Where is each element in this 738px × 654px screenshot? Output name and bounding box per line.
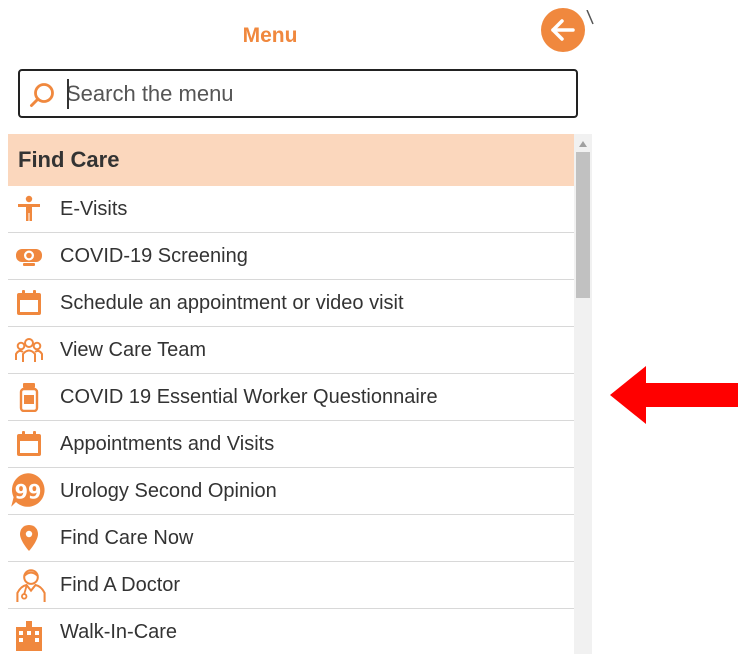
calendar-icon: [17, 431, 41, 456]
menu-item-label: Schedule an appointment or video visit: [60, 292, 404, 314]
section-header-find-care: Find Care: [8, 134, 574, 186]
menu-item-appointments-visits[interactable]: Appointments and Visits: [8, 421, 574, 468]
window-edge-decoration: [586, 10, 594, 25]
menu-item-find-a-doctor[interactable]: Find A Doctor: [8, 562, 574, 609]
menu-title: Menu: [242, 24, 298, 47]
menu-item-label: Find Care Now: [60, 527, 194, 549]
medicine-bottle-icon: [19, 383, 39, 412]
menu-item-label: Urology Second Opinion: [60, 480, 277, 502]
menu-item-find-care-now[interactable]: Find Care Now: [8, 515, 574, 562]
back-button[interactable]: [541, 8, 585, 52]
annotation-arrow-icon: [610, 366, 738, 424]
calendar-icon: [17, 290, 41, 315]
search-input[interactable]: [66, 77, 566, 111]
menu-item-covid-questionnaire[interactable]: COVID 19 Essential Worker Questionnaire: [8, 374, 574, 421]
menu-item-e-visits[interactable]: E-Visits: [8, 186, 574, 233]
doctor-icon: [16, 569, 46, 602]
menu-item-label: Walk-In-Care: [60, 621, 178, 643]
menu-item-schedule-appointment[interactable]: Schedule an appointment or video visit: [8, 280, 574, 327]
arrow-left-icon: [551, 19, 575, 41]
svg-text:99: 99: [15, 480, 42, 503]
menu-item-walk-in-care[interactable]: Walk-In-Care: [8, 609, 574, 654]
map-pin-icon: [20, 525, 38, 551]
text-caret: [67, 79, 69, 109]
menu-list: Find Care E-Visits COVID-19 Screening Sc…: [8, 134, 574, 654]
person-icon: [18, 195, 40, 221]
menu-item-label: Appointments and Visits: [60, 433, 275, 455]
quote-bubble-icon: 99: [11, 473, 45, 507]
menu-item-label: COVID-19 Screening: [60, 245, 248, 267]
menu-item-label: E-Visits: [60, 198, 128, 220]
scrollbar-thumb[interactable]: [576, 152, 590, 298]
menu-item-urology-second-opinion[interactable]: 99 Urology Second Opinion: [8, 468, 574, 515]
webcam-icon: [16, 249, 42, 266]
menu-item-label: Find A Doctor: [60, 574, 181, 596]
menu-item-label: COVID 19 Essential Worker Questionnaire: [60, 386, 438, 408]
search-icon: [30, 83, 54, 107]
menu-item-view-care-team[interactable]: View Care Team: [8, 327, 574, 374]
menu-item-covid-screening[interactable]: COVID-19 Screening: [8, 233, 574, 280]
menu-item-label: View Care Team: [60, 339, 206, 361]
scroll-up-arrow-icon[interactable]: [578, 140, 588, 148]
search-box[interactable]: [18, 69, 578, 118]
scrollbar[interactable]: [574, 134, 592, 654]
group-icon: [15, 338, 43, 362]
building-icon: [16, 621, 42, 651]
